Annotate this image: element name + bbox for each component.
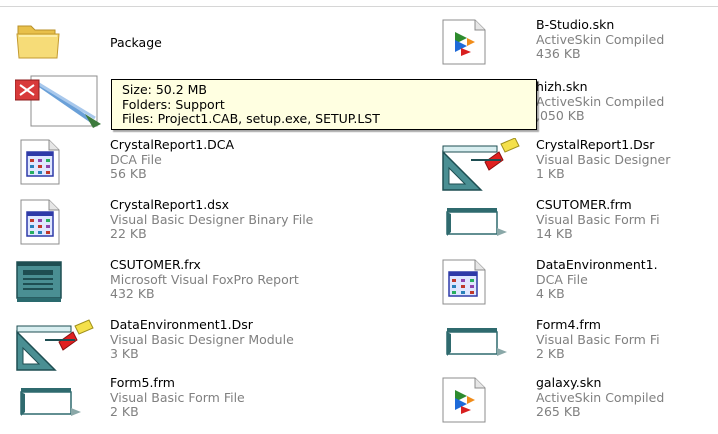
file-tile-csutomer-frm[interactable]: CSUTOMER.frm Visual Basic Form Fi 14 KB bbox=[441, 198, 718, 256]
file-size: 432 KB bbox=[110, 286, 155, 301]
file-size: 14 KB bbox=[536, 226, 573, 241]
file-type: ActiveSkin Compiled bbox=[536, 31, 665, 47]
file-name: hizh.skn bbox=[536, 80, 588, 94]
file-tile-b-studio-skn[interactable]: B-Studio.skn ActiveSkin Compiled 436 KB bbox=[441, 18, 718, 76]
file-type: Visual Basic Form Fi bbox=[536, 331, 660, 347]
file-size: 2 KB bbox=[110, 404, 139, 419]
file-tile-csutomer-frx[interactable]: CSUTOMER.frx Microsoft Visual FoxPro Rep… bbox=[15, 258, 375, 316]
file-type: Visual Basic Designer Binary File bbox=[110, 211, 314, 227]
file-tile-form5-frm[interactable]: Form5.frm Visual Basic Form File 2 KB bbox=[15, 376, 375, 434]
file-name: CSUTOMER.frx bbox=[110, 258, 201, 272]
tooltip-size: Size: 50.2 MB bbox=[122, 82, 208, 97]
tooltip-files: Files: Project1.CAB, setup.exe, SETUP.LS… bbox=[122, 111, 380, 126]
file-type: DCA File bbox=[536, 271, 588, 287]
file-size: 56 KB bbox=[110, 166, 147, 181]
setup-list-icon bbox=[15, 74, 105, 132]
file-name: CrystalReport1.Dsr bbox=[536, 138, 655, 152]
folder-info-tooltip: Size: 50.2 MB Folders: Support Files: Pr… bbox=[111, 79, 537, 130]
file-type: ActiveSkin Compiled bbox=[536, 389, 665, 405]
skin-file-icon bbox=[441, 376, 531, 434]
file-size: 2 KB bbox=[536, 346, 565, 361]
file-name: galaxy.skn bbox=[536, 376, 602, 390]
file-type: Visual Basic Form Fi bbox=[536, 211, 660, 227]
file-size: 4 KB bbox=[536, 286, 565, 301]
file-name: CSUTOMER.frm bbox=[536, 198, 632, 212]
file-size: 265 KB bbox=[536, 404, 581, 419]
file-name: CrystalReport1.DCA bbox=[110, 138, 235, 152]
top-divider bbox=[0, 6, 718, 7]
dca-file-icon bbox=[441, 258, 531, 316]
skin-file-icon bbox=[441, 18, 531, 76]
file-tile-dataenvironment1-dca[interactable]: DataEnvironment1. DCA File 4 KB bbox=[441, 258, 718, 316]
file-size: 22 KB bbox=[110, 226, 147, 241]
vb-form-icon bbox=[15, 376, 105, 434]
vb-designer-icon bbox=[15, 318, 105, 376]
file-type: DCA File bbox=[110, 151, 162, 167]
file-type: Visual Basic Designer bbox=[536, 151, 671, 167]
file-type: Visual Basic Form File bbox=[110, 389, 245, 405]
dsx-file-icon bbox=[15, 198, 105, 256]
file-size: 436 KB bbox=[536, 46, 581, 61]
file-name: DataEnvironment1.Dsr bbox=[110, 318, 253, 332]
file-name: DataEnvironment1. bbox=[536, 258, 658, 272]
foxpro-report-icon bbox=[15, 258, 105, 316]
file-name: B-Studio.skn bbox=[536, 18, 615, 32]
file-name: Package bbox=[110, 36, 162, 50]
file-tile-dataenvironment1-dsr[interactable]: DataEnvironment1.Dsr Visual Basic Design… bbox=[15, 318, 375, 376]
file-size: 1 KB bbox=[536, 166, 565, 181]
dca-file-icon bbox=[15, 138, 105, 196]
file-tile-form4-frm[interactable]: Form4.frm Visual Basic Form Fi 2 KB bbox=[441, 318, 718, 376]
file-type: Visual Basic Designer Module bbox=[110, 331, 294, 347]
file-tile-package[interactable]: Package bbox=[15, 16, 375, 74]
file-name: Form5.frm bbox=[110, 376, 175, 390]
vb-designer-icon bbox=[441, 138, 531, 196]
folder-icon bbox=[15, 16, 105, 74]
file-type: Microsoft Visual FoxPro Report bbox=[110, 271, 299, 287]
file-tile-crystalreport1-dsr[interactable]: CrystalReport1.Dsr Visual Basic Designer… bbox=[441, 138, 718, 196]
file-type: ActiveSkin Compiled bbox=[536, 93, 665, 109]
file-name: Form4.frm bbox=[536, 318, 601, 332]
file-tile-galaxy-skn[interactable]: galaxy.skn ActiveSkin Compiled 265 KB bbox=[441, 376, 718, 434]
vb-form-icon bbox=[441, 198, 531, 256]
file-tile-crystalreport1-dca[interactable]: CrystalReport1.DCA DCA File 56 KB bbox=[15, 138, 375, 196]
file-tile-crystalreport1-dsx[interactable]: CrystalReport1.dsx Visual Basic Designer… bbox=[15, 198, 375, 256]
file-size: ,050 KB bbox=[536, 108, 585, 123]
vb-form-icon bbox=[441, 318, 531, 376]
file-name: CrystalReport1.dsx bbox=[110, 198, 230, 212]
file-size: 3 KB bbox=[110, 346, 139, 361]
tooltip-folders: Folders: Support bbox=[122, 96, 225, 112]
